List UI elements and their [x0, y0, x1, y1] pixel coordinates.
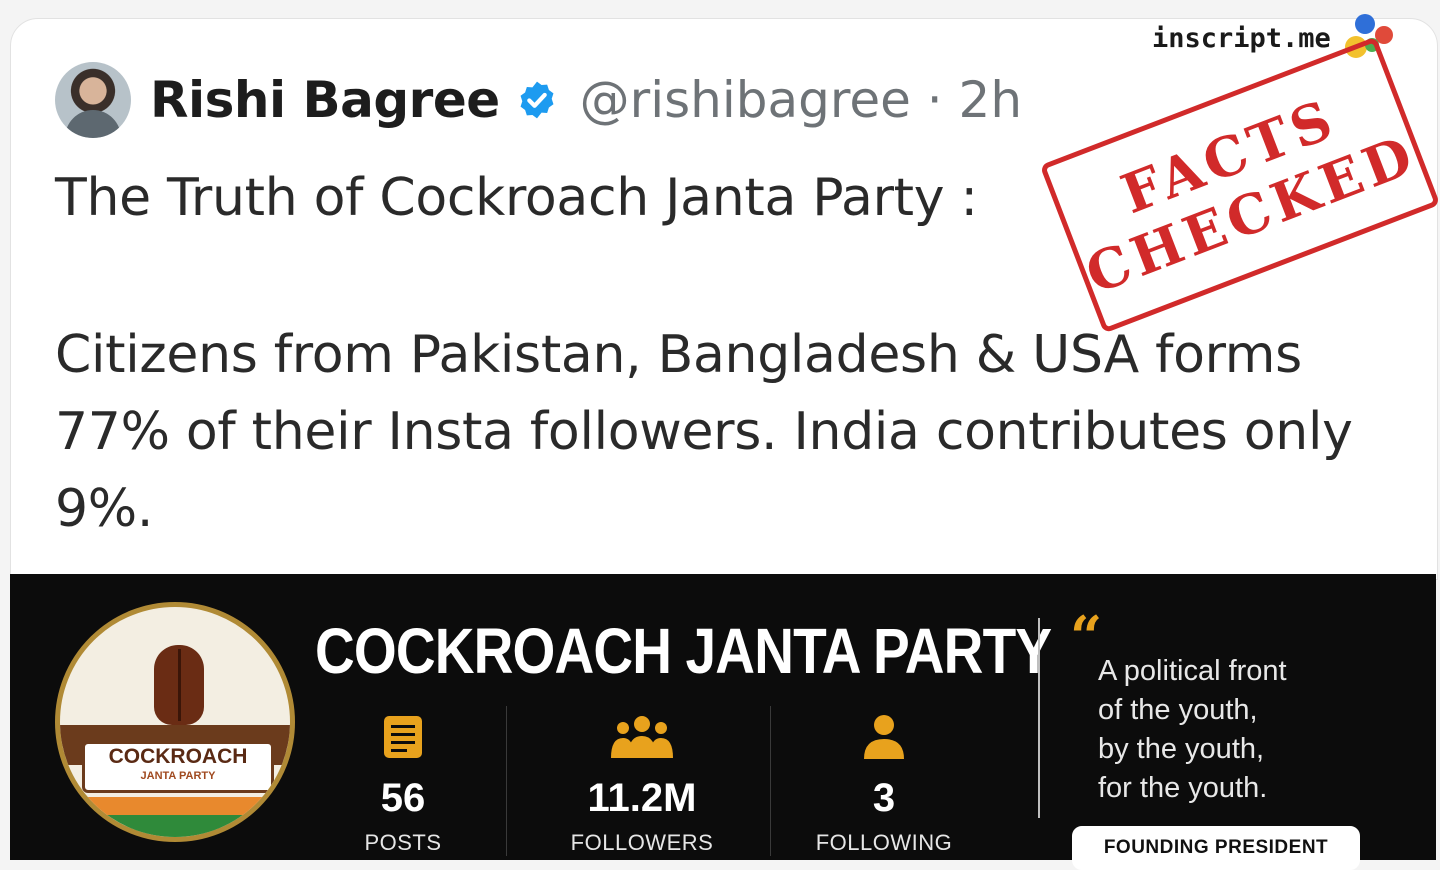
quote-divider: [1038, 618, 1040, 818]
logo-sub-text: JANTA PARTY: [140, 770, 216, 782]
group-icon: [611, 716, 673, 758]
verified-badge-icon: [520, 81, 554, 119]
stat-followers: 11.2M FOLLOWERS: [542, 712, 742, 856]
author-name[interactable]: Rishi Bagree: [150, 71, 500, 129]
attached-image[interactable]: COCKROACH JANTA PARTY COCKROACH JANTA PA…: [10, 574, 1436, 870]
tweet-paragraph: Citizens from Pakistan, Bangladesh & USA…: [55, 325, 1353, 539]
founding-president-button[interactable]: FOUNDING PRESIDENT: [1072, 826, 1360, 870]
tweet-header: Rishi Bagree @rishibagree · 2h: [150, 68, 1022, 132]
stat-label: POSTS: [364, 830, 442, 855]
slogan-line: of the youth,: [1098, 694, 1258, 726]
stat-posts: 56 POSTS: [303, 712, 503, 856]
stat-value: 56: [380, 776, 426, 820]
stat-value: 3: [872, 776, 896, 820]
slogan-line: by the youth,: [1098, 733, 1265, 765]
posts-icon: [384, 716, 422, 758]
logo-ribbon: COCKROACH JANTA PARTY: [82, 741, 274, 793]
logo-main-text: COCKROACH: [108, 745, 248, 768]
person-icon: [864, 715, 904, 759]
divider: [770, 706, 771, 856]
party-title: COCKROACH JANTA PARTY: [315, 615, 1052, 687]
stat-value: 11.2M: [587, 776, 697, 820]
slogan: A political front of the youth, by the y…: [1098, 652, 1418, 808]
stat-following: 3 FOLLOWING: [784, 712, 984, 856]
slogan-line: for the youth.: [1098, 772, 1268, 804]
slogan-line: A political front: [1098, 655, 1287, 687]
author-handle-time[interactable]: @rishibagree · 2h: [580, 71, 1022, 129]
party-logo: COCKROACH JANTA PARTY: [55, 602, 295, 842]
stat-label: FOLLOWERS: [570, 830, 714, 855]
author-avatar[interactable]: [55, 62, 131, 138]
divider: [506, 706, 507, 856]
watermark-text: inscript.me: [1152, 22, 1331, 54]
stat-label: FOLLOWING: [815, 830, 953, 855]
